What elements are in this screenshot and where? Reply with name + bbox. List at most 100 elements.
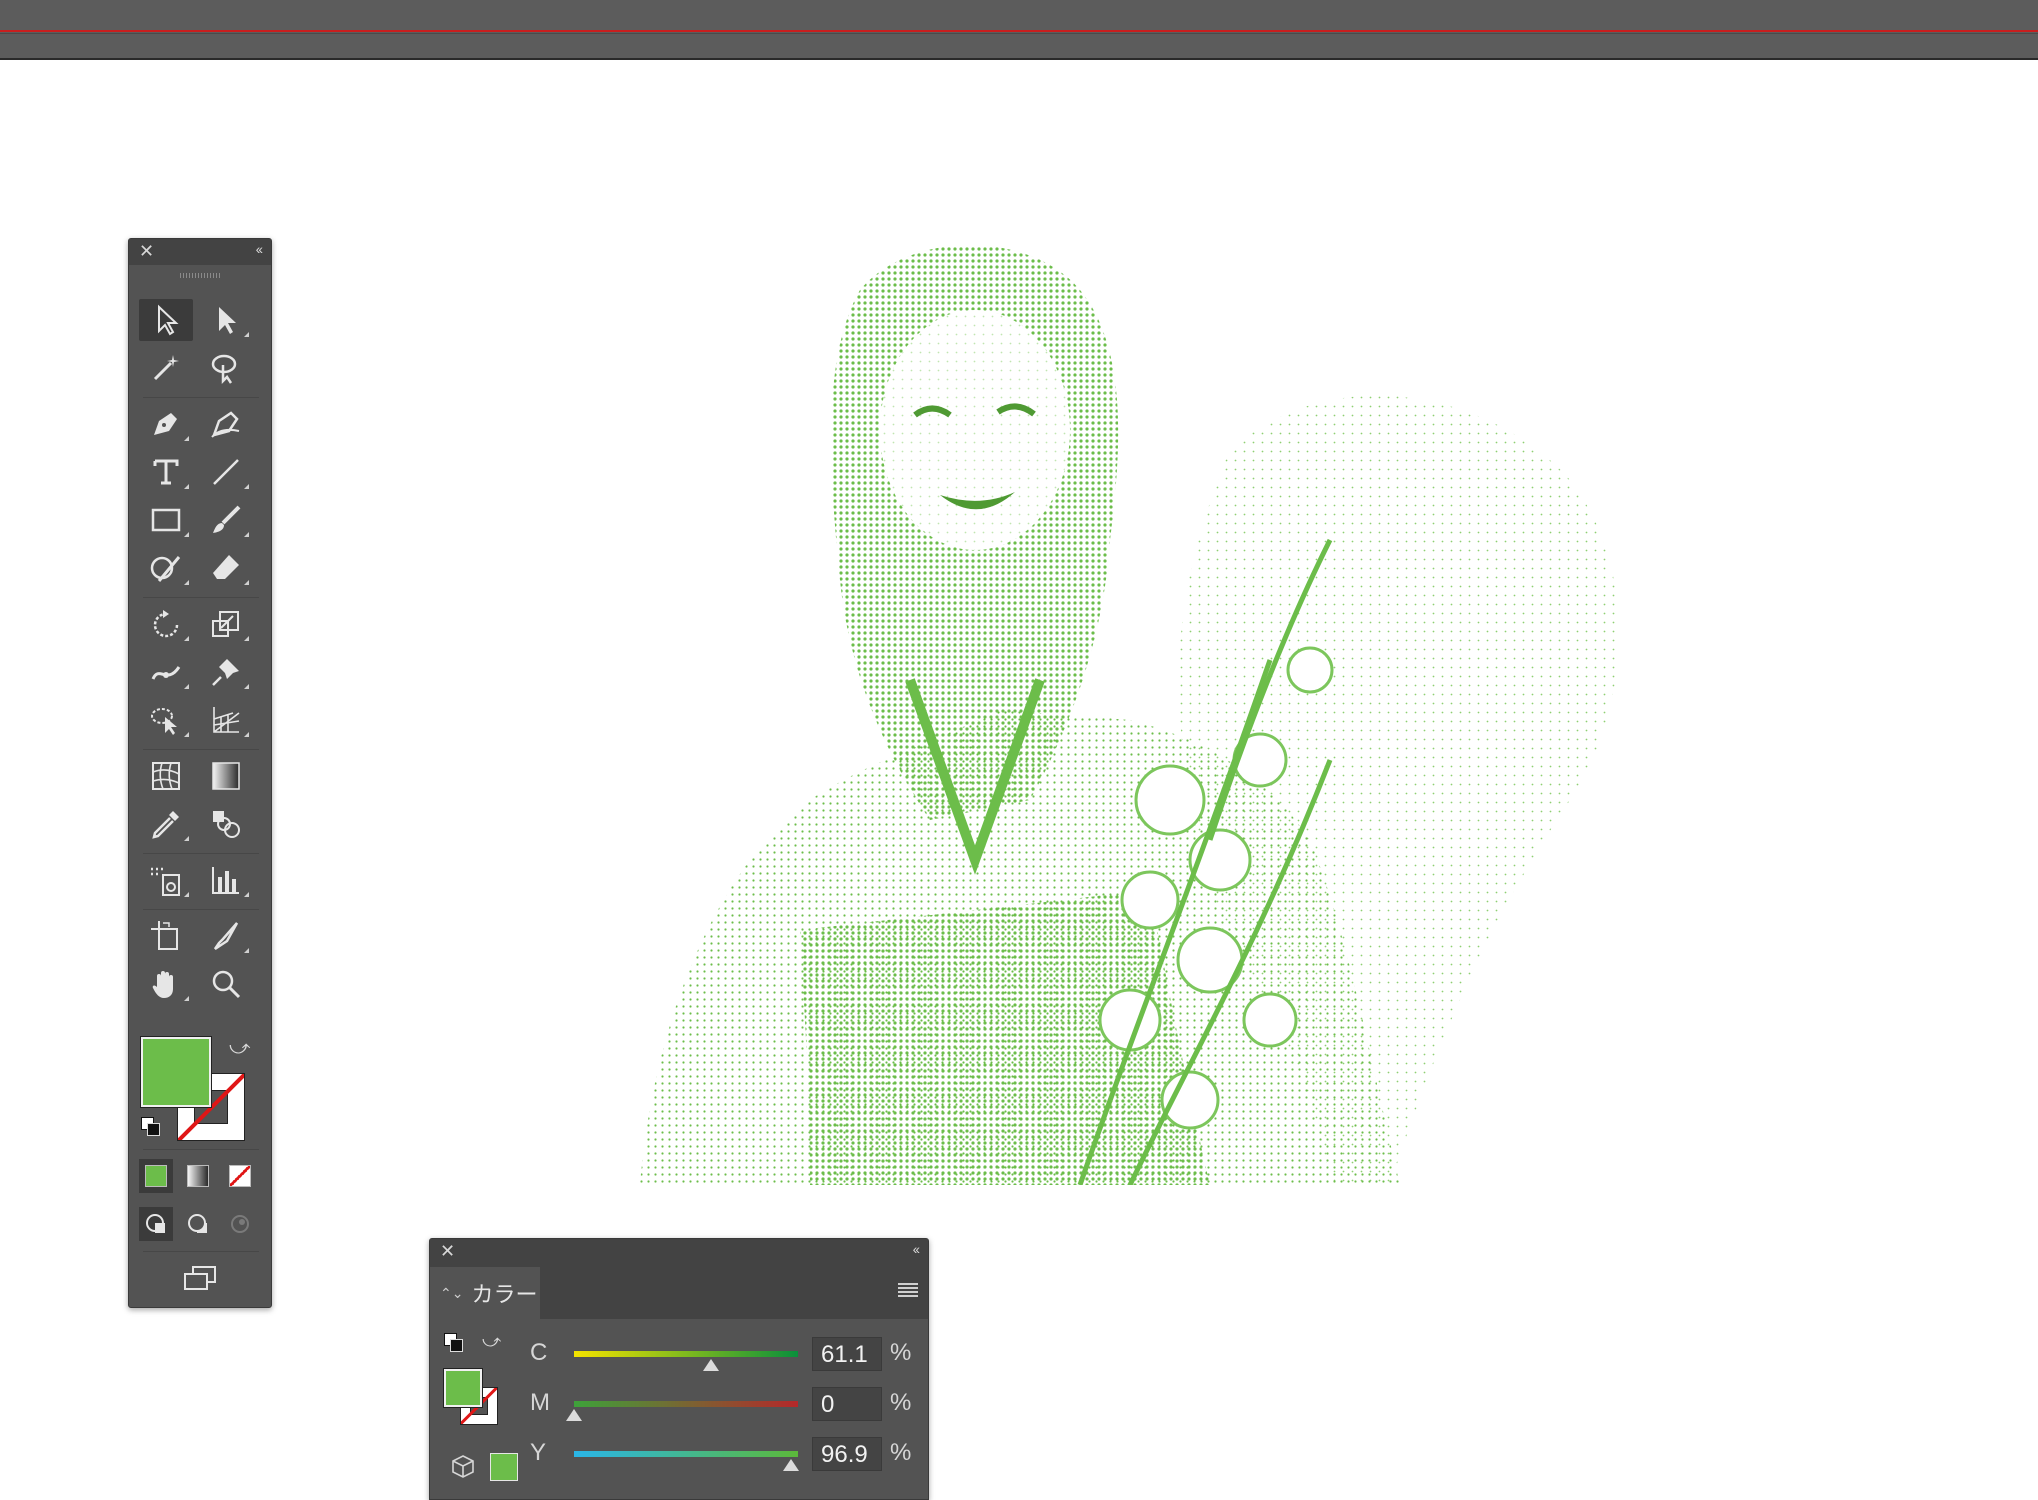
panel-menu-icon[interactable]	[898, 1283, 918, 1299]
collapse-icon[interactable]: ‹‹	[256, 241, 263, 257]
value-field[interactable]: 0	[812, 1387, 882, 1421]
pushpin-icon	[212, 659, 239, 686]
draw-normal-button[interactable]	[139, 1207, 173, 1241]
value-field[interactable]: 96.9	[812, 1437, 882, 1471]
gradient-swatch-icon	[187, 1165, 209, 1187]
symbol-sprayer-tool-button[interactable]	[139, 859, 193, 901]
type-tool-button[interactable]	[139, 451, 193, 493]
out-of-gamut-cube-icon[interactable]	[450, 1453, 476, 1479]
magnifier-icon	[212, 970, 241, 999]
slider-label: M	[530, 1389, 550, 1416]
eraser-icon	[213, 555, 239, 579]
draw-normal-icon	[146, 1214, 165, 1233]
width-tool-button[interactable]	[139, 651, 193, 693]
lasso-tool-button[interactable]	[199, 347, 253, 389]
halftone-artwork[interactable]	[610, 240, 1710, 1185]
magic-wand-tool-button[interactable]	[139, 347, 193, 389]
close-icon[interactable]: ✕	[139, 241, 154, 262]
face-shading	[880, 310, 1070, 550]
blend-tool-button[interactable]	[199, 803, 253, 845]
gradient-mode-button[interactable]	[181, 1159, 215, 1193]
scale-tool-button[interactable]	[199, 603, 253, 645]
swap-fill-stroke-icon[interactable]: ⤻	[482, 1331, 501, 1352]
screen-mode-icon	[184, 1266, 216, 1290]
slider-track[interactable]	[574, 1351, 798, 1357]
color-panel-header: ✕ ‹‹	[430, 1239, 928, 1267]
line-segment-icon	[213, 459, 239, 485]
panel-grip[interactable]	[180, 273, 220, 278]
eyedropper-tool-button[interactable]	[139, 803, 193, 845]
app-topbar	[0, 0, 2038, 60]
paintbrush-tool-button[interactable]	[199, 499, 253, 541]
slider-row-m: M 0 %	[530, 1387, 920, 1421]
slider-label: C	[530, 1339, 548, 1366]
column-graph-icon	[212, 867, 239, 894]
slider-track[interactable]	[574, 1401, 798, 1407]
column-graph-tool-button[interactable]	[199, 859, 253, 901]
line-segment-tool-button[interactable]	[199, 451, 253, 493]
none-swatch-icon	[229, 1165, 251, 1187]
blend-icon	[213, 811, 240, 838]
unit-label: %	[890, 1389, 912, 1416]
unit-label: %	[890, 1439, 912, 1466]
swap-fill-stroke-icon[interactable]: ⤻	[229, 1037, 250, 1060]
shaper-tool-button[interactable]	[139, 547, 193, 589]
color-mode-button[interactable]	[139, 1159, 173, 1193]
pen-tool-button[interactable]	[139, 403, 193, 445]
slider-thumb[interactable]	[702, 1359, 719, 1371]
none-mode-button[interactable]	[223, 1159, 257, 1193]
artboard-tool-button[interactable]	[139, 915, 193, 957]
web-safe-swatch[interactable]	[490, 1453, 518, 1481]
tools-divider	[143, 397, 259, 398]
direct-selection-tool-button[interactable]	[199, 299, 253, 341]
fill-swatch[interactable]	[444, 1369, 482, 1407]
selection-tool-button[interactable]	[139, 299, 193, 341]
default-colors-icon[interactable]	[141, 1117, 161, 1137]
default-colors-icon[interactable]	[444, 1333, 464, 1353]
direct-selection-arrow-icon	[219, 307, 236, 334]
slider-label: Y	[530, 1439, 547, 1466]
perspective-grid-tool-button[interactable]	[199, 699, 253, 741]
curvature-tool-button[interactable]	[199, 403, 253, 445]
tab-color-label: カラー	[471, 1282, 538, 1307]
hand-tool-button[interactable]	[139, 963, 193, 1005]
draw-behind-button[interactable]	[181, 1207, 215, 1241]
slider-thumb[interactable]	[566, 1409, 582, 1421]
fill-swatch[interactable]	[141, 1037, 211, 1107]
tools-divider	[143, 909, 259, 910]
shaper-icon	[150, 556, 181, 582]
slice-tool-button[interactable]	[199, 915, 253, 957]
screen-mode-button[interactable]	[173, 1257, 227, 1299]
value-field[interactable]: 61.1	[812, 1337, 882, 1371]
slice-knife-icon	[213, 922, 239, 951]
close-icon[interactable]: ✕	[440, 1241, 455, 1262]
shape-builder-tool-button[interactable]	[139, 699, 193, 741]
rectangle-icon	[151, 508, 181, 532]
mesh-tool-button[interactable]	[139, 755, 193, 797]
collapse-icon[interactable]: ‹‹	[913, 1241, 920, 1257]
paintbrush-icon	[213, 505, 241, 533]
draw-inside-button[interactable]	[223, 1207, 257, 1241]
puppet-warp-tool-button[interactable]	[199, 651, 253, 693]
type-icon	[153, 459, 179, 485]
gradient-icon	[212, 762, 240, 790]
slider-track[interactable]	[574, 1451, 798, 1457]
slider-row-c: C 61.1 %	[530, 1337, 920, 1371]
unit-label: %	[890, 1339, 912, 1366]
color-swatch-icon	[145, 1165, 167, 1187]
eraser-tool-button[interactable]	[199, 547, 253, 589]
topbar-separator	[0, 33, 2038, 34]
tab-options-icon[interactable]: ⌃⌄	[440, 1285, 463, 1302]
gradient-tool-button[interactable]	[199, 755, 253, 797]
tab-color[interactable]: ⌃⌄ カラー	[430, 1267, 540, 1319]
pen-icon	[154, 413, 177, 435]
shape-builder-icon	[151, 708, 177, 735]
tools-panel-header: ✕ ‹‹	[129, 239, 271, 265]
slider-thumb[interactable]	[783, 1459, 800, 1471]
rectangle-tool-button[interactable]	[139, 499, 193, 541]
zoom-tool-button[interactable]	[199, 963, 253, 1005]
magic-wand-icon	[153, 355, 179, 381]
tools-divider	[143, 853, 259, 854]
rotate-tool-button[interactable]	[139, 603, 193, 645]
tools-divider	[143, 749, 259, 750]
